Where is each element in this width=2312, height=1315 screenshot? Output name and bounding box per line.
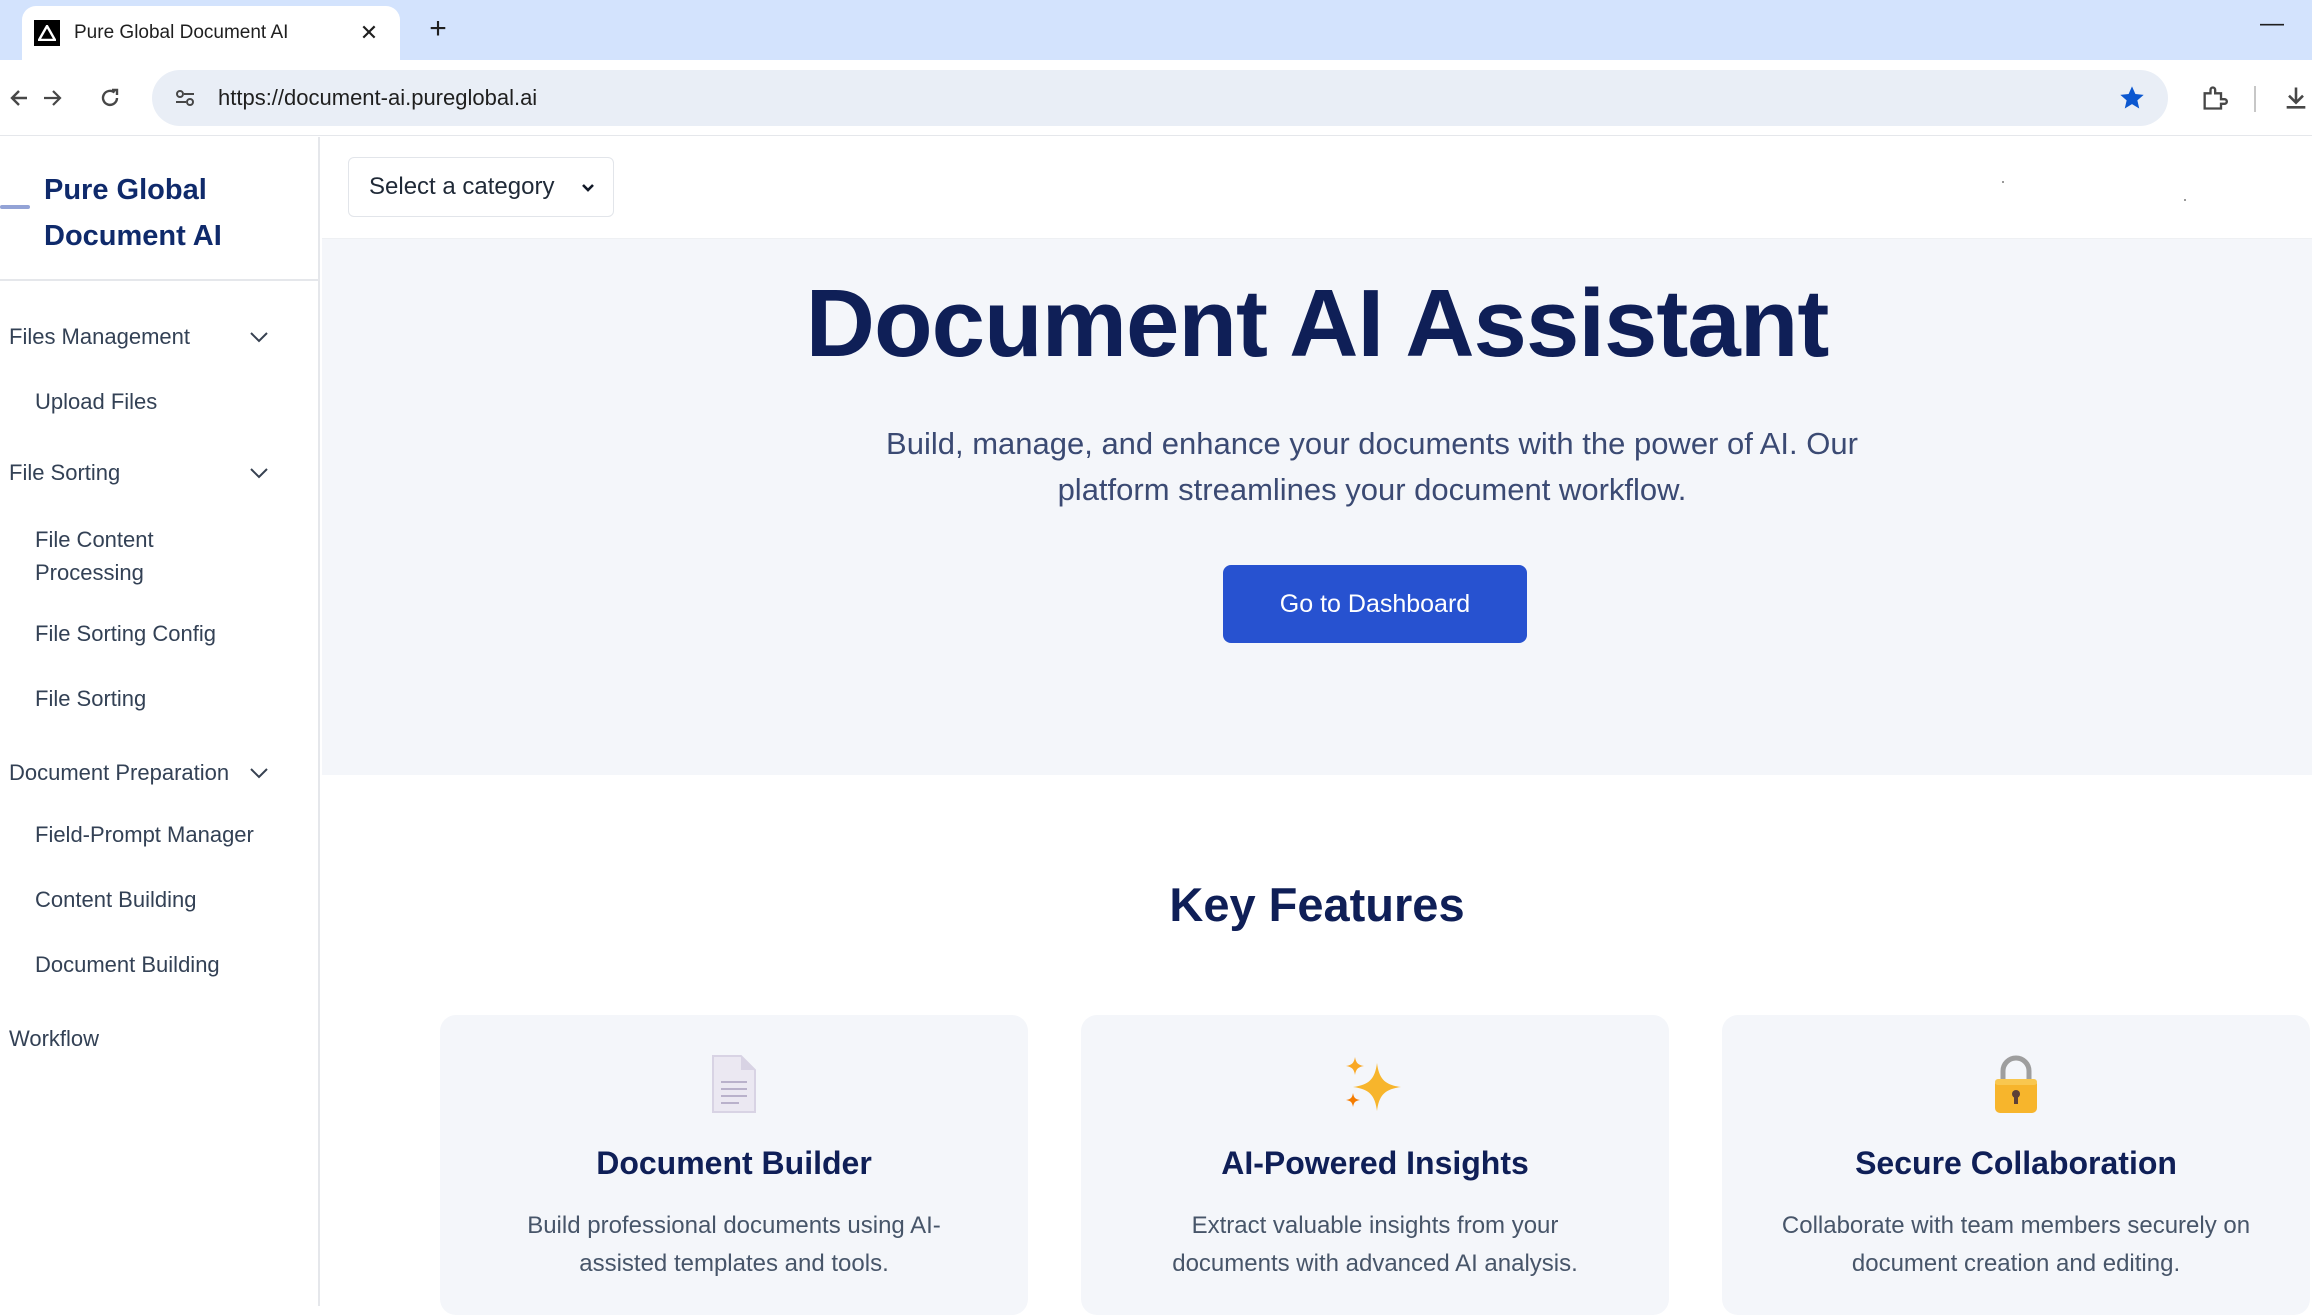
site-info-icon[interactable]: [170, 83, 200, 113]
reload-icon: [101, 88, 119, 107]
browser-toolbar: https://document-ai.pureglobal.ai: [0, 60, 2312, 136]
feature-card-document-builder: Document Builder Build professional docu…: [440, 1015, 1028, 1315]
section-label: File Sorting: [9, 460, 121, 485]
feature-description: Extract valuable insights from your docu…: [1172, 1212, 1578, 1277]
forward-arrow-icon: [44, 90, 62, 106]
lock-icon: [1722, 1051, 2310, 1117]
category-select-value: Select a category: [369, 173, 555, 200]
chevron-down-icon[interactable]: [247, 761, 271, 785]
sidebar-item-content-building[interactable]: Content Building: [35, 883, 295, 916]
minimize-window-button[interactable]: —: [2252, 10, 2292, 40]
new-tab-button[interactable]: +: [418, 10, 458, 50]
feature-title: AI-Powered Insights: [1221, 1145, 1529, 1181]
section-label: Files Management: [9, 324, 190, 349]
hero-subtitle: Build, manage, and enhance your document…: [886, 426, 1858, 507]
tab-close-icon[interactable]: ✕: [354, 20, 384, 46]
download-icon[interactable]: [2276, 78, 2312, 118]
url-text: https://document-ai.pureglobal.ai: [218, 85, 538, 110]
go-to-dashboard-button[interactable]: Go to Dashboard: [1223, 565, 1527, 643]
site-favicon-icon: [34, 20, 60, 46]
bookmark-star-icon[interactable]: [2112, 78, 2152, 118]
tab-title: Pure Global Document AI: [74, 22, 289, 43]
extensions-puzzle-icon[interactable]: [2194, 78, 2234, 118]
sidebar-section-files-management-row[interactable]: Files Management: [9, 317, 271, 357]
sidebar-item-document-building[interactable]: Document Building: [35, 948, 295, 981]
sidebar-item-file-sorting[interactable]: File Sorting: [35, 682, 295, 715]
forward-button[interactable]: [32, 78, 72, 118]
main-topbar: Select a category: [322, 137, 2312, 239]
category-select[interactable]: Select a category: [348, 157, 614, 217]
toolbar-divider: [2254, 86, 2256, 112]
sidebar-item-file-sorting-config[interactable]: File Sorting Config: [35, 617, 295, 650]
feature-card-ai-powered-insights: AI-Powered Insights Extract valuable ins…: [1081, 1015, 1669, 1315]
sparkles-icon: [1081, 1051, 1669, 1117]
decorative-dot: [2002, 181, 2004, 183]
feature-description: Collaborate with team members securely o…: [1781, 1212, 2251, 1277]
chevron-down-icon[interactable]: [247, 461, 271, 485]
decorative-dot: [2184, 199, 2186, 201]
hero-section: Document AI Assistant Build, manage, and…: [322, 239, 2312, 775]
feature-title: Secure Collaboration: [1855, 1145, 2177, 1181]
sidebar-item-upload-files[interactable]: Upload Files: [35, 385, 295, 418]
features-heading: Key Features: [1169, 878, 1465, 931]
chevron-down-icon[interactable]: [247, 325, 271, 349]
reload-button[interactable]: [90, 78, 130, 118]
section-label: Workflow: [9, 1026, 100, 1051]
browser-tabstrip: Pure Global Document AI ✕ + —: [0, 0, 2312, 60]
address-bar[interactable]: https://document-ai.pureglobal.ai: [152, 70, 2168, 126]
feature-description: Build professional documents using AI-as…: [527, 1212, 941, 1277]
hero-title: Document AI Assistant: [805, 270, 1830, 377]
back-arrow-icon: [10, 90, 27, 106]
sidebar-items-layer: Files Management Upload Files File Sorti…: [0, 137, 320, 1306]
sidebar-item-field-prompt-manager[interactable]: Field-Prompt Manager: [35, 818, 295, 851]
sidebar-section-document-preparation[interactable]: Document Preparation: [9, 753, 271, 793]
chevron-down-icon: [577, 176, 599, 198]
document-icon: [440, 1051, 1028, 1117]
browser-tab[interactable]: Pure Global Document AI ✕: [22, 6, 400, 60]
sidebar-item-file-content-processing[interactable]: File Content Processing: [35, 523, 215, 589]
section-label: Document Preparation: [9, 760, 230, 785]
sidebar-section-file-sorting[interactable]: File Sorting: [9, 453, 271, 493]
feature-title: Document Builder: [596, 1145, 872, 1181]
main-content: Select a category Document AI Assistant …: [322, 137, 2312, 1315]
feature-card-secure-collaboration: Secure Collaboration Collaborate with te…: [1722, 1015, 2310, 1315]
sidebar-section-workflow[interactable]: Workflow: [9, 1019, 271, 1059]
